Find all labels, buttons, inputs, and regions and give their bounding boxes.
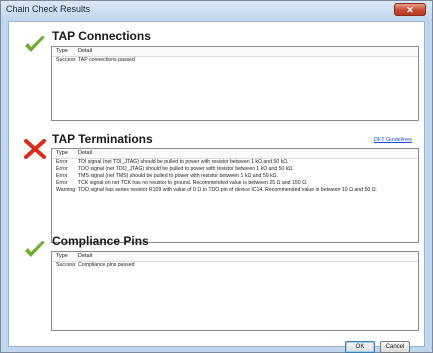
chain-check-results-dialog: Chain Check Results ✕ TAP Connections Ty… <box>0 0 433 353</box>
row-detail: TDO signal has series resistor R109 with… <box>78 187 378 193</box>
row-type: Error <box>56 159 68 165</box>
dft-guidelines-link[interactable]: DFT Guidelines <box>374 137 412 143</box>
close-button[interactable]: ✕ <box>394 3 426 16</box>
row-detail: TDI signal (net TDI_JTAG) should be pull… <box>78 159 289 165</box>
check-icon <box>25 36 45 52</box>
row-detail: TCK signal on net TCK has no resistor to… <box>78 180 308 186</box>
table-row[interactable]: Success TAP connections passed <box>52 57 418 64</box>
row-type: Error <box>56 166 68 172</box>
table-row[interactable]: Error TDI signal (net TDI_JTAG) should b… <box>52 159 418 166</box>
row-type: Success <box>56 262 76 268</box>
column-header-detail: Detail <box>78 48 93 54</box>
row-detail: Compliance pins passed <box>78 262 135 268</box>
table-row[interactable]: Success Compliance pins passed <box>52 262 418 269</box>
row-type: Error <box>56 180 68 186</box>
section-title: TAP Terminations <box>52 132 153 146</box>
cancel-button[interactable]: Cancel <box>380 341 410 353</box>
section-title: Compliance Pins <box>52 234 149 248</box>
table-row[interactable]: Error TDO signal (net TDO_JTAG) should b… <box>52 166 418 173</box>
column-header-detail: Detail <box>78 150 93 156</box>
dialog-body: TAP Connections Type Detail Success TAP … <box>8 21 425 353</box>
table-row[interactable]: Error TMS signal (net TMS) should be pul… <box>52 173 418 180</box>
table-header: Type Detail <box>52 252 418 262</box>
table-row[interactable]: Warning TDO signal has series resistor R… <box>52 187 418 194</box>
results-table[interactable]: Type Detail Error TDI signal (net TDI_JT… <box>51 148 419 243</box>
column-header-type: Type <box>56 253 68 259</box>
table-header: Type Detail <box>52 149 418 159</box>
ok-button[interactable]: OK <box>345 341 375 353</box>
column-header-type: Type <box>56 150 68 156</box>
table-header: Type Detail <box>52 47 418 57</box>
title-bar: Chain Check Results ✕ <box>1 1 432 19</box>
results-table[interactable]: Type Detail Success Compliance pins pass… <box>51 251 419 331</box>
window-title: Chain Check Results <box>6 4 91 14</box>
table-row[interactable]: Error TCK signal on net TCK has no resis… <box>52 180 418 187</box>
section-title: TAP Connections <box>52 29 151 43</box>
row-type: Error <box>56 173 68 179</box>
row-type: Warning <box>56 187 76 193</box>
row-detail: TAP connections passed <box>78 57 135 63</box>
column-header-type: Type <box>56 48 68 54</box>
column-header-detail: Detail <box>78 253 93 259</box>
row-detail: TMS signal (net TMS) should be pulled to… <box>78 173 278 179</box>
results-table[interactable]: Type Detail Success TAP connections pass… <box>51 46 419 121</box>
row-type: Success <box>56 57 76 63</box>
x-icon <box>24 139 46 159</box>
row-detail: TDO signal (net TDO_JTAG) should be pull… <box>78 166 294 172</box>
check-icon <box>25 241 45 257</box>
